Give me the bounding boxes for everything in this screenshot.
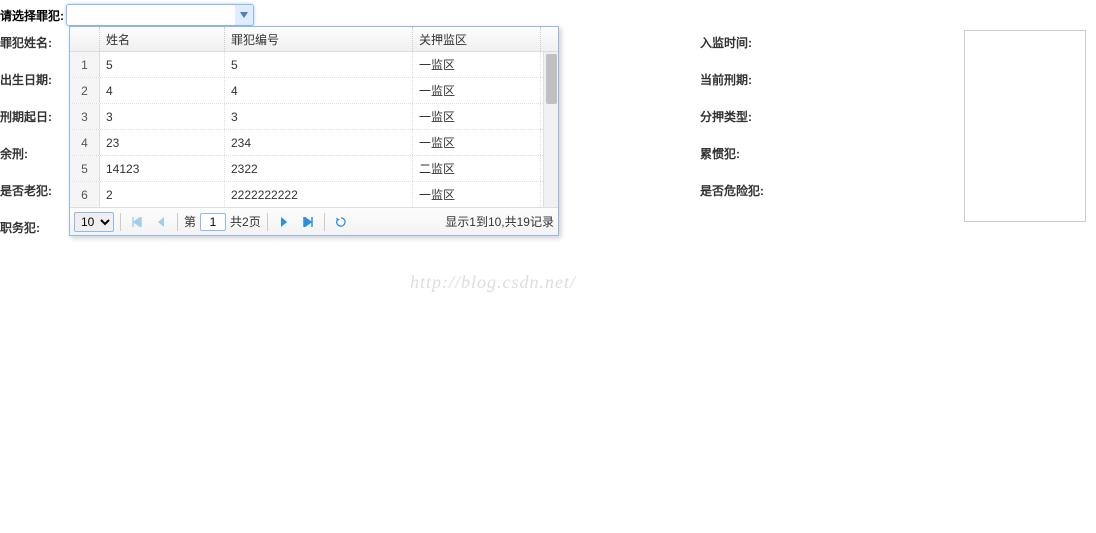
field-is-old: 是否老犯: — [0, 182, 52, 199]
cell-name: 4 — [100, 78, 225, 103]
field-is-dangerous: 是否危险犯: — [700, 182, 764, 199]
prev-page-icon — [156, 217, 166, 227]
field-birth-date: 出生日期: — [0, 71, 52, 88]
photo-placeholder — [964, 30, 1086, 222]
cell-area: 一监区 — [413, 130, 541, 155]
page-total-label: 共2页 — [230, 213, 261, 230]
cell-code: 2322 — [225, 156, 413, 181]
field-detention-type: 分押类型: — [700, 108, 764, 125]
table-row[interactable]: 155一监区 — [70, 52, 543, 78]
header-code[interactable]: 罪犯编号 — [225, 27, 413, 51]
refresh-icon — [336, 217, 346, 227]
page-number-input[interactable] — [200, 213, 226, 231]
criminal-combo-wrap — [66, 4, 254, 26]
table-row[interactable]: 244一监区 — [70, 78, 543, 104]
grid-header-row: 姓名 罪犯编号 关押监区 — [70, 27, 558, 52]
page-prefix-label: 第 — [184, 213, 196, 230]
criminal-dropdown-grid: 姓名 罪犯编号 关押监区 155一监区244一监区333一监区423234一监区… — [69, 26, 559, 236]
field-remaining: 余刑: — [0, 145, 52, 162]
header-rownum — [70, 27, 100, 51]
page-size-select[interactable]: 10 — [74, 212, 114, 232]
header-area[interactable]: 关押监区 — [413, 27, 541, 51]
pager-prev-button[interactable] — [151, 212, 171, 232]
select-criminal-label: 请选择罪犯: — [0, 7, 64, 24]
next-page-icon — [279, 217, 289, 227]
pager-first-button[interactable] — [127, 212, 147, 232]
pager-refresh-button[interactable] — [331, 212, 351, 232]
cell-area: 一监区 — [413, 104, 541, 129]
cell-area: 一监区 — [413, 78, 541, 103]
field-entry-time: 入监时间: — [700, 34, 764, 51]
left-field-group: 罪犯姓名: 出生日期: 刑期起日: 余刑: 是否老犯: 职务犯: — [0, 34, 52, 236]
cell-num: 5 — [70, 156, 100, 181]
field-criminal-name: 罪犯姓名: — [0, 34, 52, 51]
cell-code: 5 — [225, 52, 413, 77]
pager-bar: 10 第 共2页 显示1到10,共19记录 — [70, 207, 558, 235]
cell-area: 二监区 — [413, 156, 541, 181]
watermark-text: http://blog.csdn.net/ — [410, 272, 576, 293]
cell-num: 1 — [70, 52, 100, 77]
table-row[interactable]: 622222222222一监区 — [70, 182, 543, 207]
field-current-sentence: 当前刑期: — [700, 71, 764, 88]
grid-scrollbar[interactable] — [543, 52, 558, 207]
cell-name: 14123 — [100, 156, 225, 181]
cell-code: 234 — [225, 130, 413, 155]
pager-info-text: 显示1到10,共19记录 — [445, 213, 554, 230]
field-duty-crime: 职务犯: — [0, 219, 52, 236]
field-sentence-start: 刑期起日: — [0, 108, 52, 125]
cell-code: 3 — [225, 104, 413, 129]
header-name[interactable]: 姓名 — [100, 27, 225, 51]
right-field-group: 入监时间: 当前刑期: 分押类型: 累惯犯: 是否危险犯: — [700, 34, 764, 199]
grid-body: 155一监区244一监区333一监区423234一监区5141232322二监区… — [70, 52, 558, 207]
field-recidivist: 累惯犯: — [700, 145, 764, 162]
cell-area: 一监区 — [413, 52, 541, 77]
table-row[interactable]: 333一监区 — [70, 104, 543, 130]
pager-next-button[interactable] — [274, 212, 294, 232]
pager-separator — [267, 213, 268, 231]
cell-name: 5 — [100, 52, 225, 77]
cell-name: 2 — [100, 182, 225, 207]
cell-num: 4 — [70, 130, 100, 155]
chevron-down-icon — [240, 12, 248, 18]
pager-separator — [324, 213, 325, 231]
pager-separator — [120, 213, 121, 231]
scrollbar-thumb[interactable] — [546, 54, 557, 104]
combo-dropdown-button[interactable] — [235, 5, 253, 25]
last-page-icon — [303, 217, 313, 227]
pager-last-button[interactable] — [298, 212, 318, 232]
cell-code: 2222222222 — [225, 182, 413, 207]
table-row[interactable]: 423234一监区 — [70, 130, 543, 156]
cell-area: 一监区 — [413, 182, 541, 207]
table-row[interactable]: 5141232322二监区 — [70, 156, 543, 182]
criminal-combo-input[interactable] — [66, 4, 254, 26]
cell-num: 2 — [70, 78, 100, 103]
cell-name: 23 — [100, 130, 225, 155]
cell-num: 3 — [70, 104, 100, 129]
first-page-icon — [132, 217, 142, 227]
cell-name: 3 — [100, 104, 225, 129]
cell-code: 4 — [225, 78, 413, 103]
pager-separator — [177, 213, 178, 231]
cell-num: 6 — [70, 182, 100, 207]
